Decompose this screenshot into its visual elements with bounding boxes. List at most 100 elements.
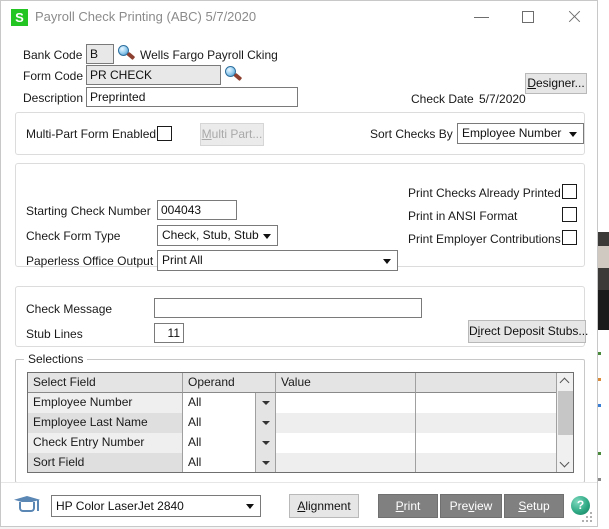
check-message-label: Check Message <box>26 302 113 316</box>
cell-operand-select[interactable]: All <box>183 453 276 472</box>
grid-header-row: Select Field Operand Value <box>28 373 573 393</box>
cell-select-field: Sort Field <box>28 453 183 472</box>
selections-group: Selections Select Field Operand Value Em… <box>15 352 585 483</box>
screen: S Payroll Check Printing (ABC) 5/7/2020 … <box>0 0 609 529</box>
print-already-printed-checkbox[interactable] <box>562 184 577 199</box>
options-panel: Starting Check Number 004043 Check Form … <box>15 163 585 271</box>
chevron-down-icon[interactable] <box>255 413 275 433</box>
column-header-operand: Operand <box>183 373 276 393</box>
starting-check-number-input[interactable]: 004043 <box>157 200 237 220</box>
print-ansi-checkbox[interactable] <box>562 207 577 222</box>
app-logo-icon: S <box>11 9 28 26</box>
paperless-output-label: Paperless Office Output <box>26 254 154 268</box>
alignment-button[interactable]: Alignment <box>289 494 359 518</box>
printer-select[interactable]: HP Color LaserJet 2840 <box>51 495 261 517</box>
cell-value2[interactable] <box>416 393 557 413</box>
scrollbar-thumb[interactable] <box>558 391 573 435</box>
alignment-label-rest: lignment <box>305 499 351 513</box>
scroll-up-icon[interactable] <box>557 373 573 390</box>
multi-part-button[interactable]: Multi Part... <box>200 123 264 146</box>
stub-lines-label: Stub Lines <box>26 327 83 341</box>
table-row[interactable]: Employee Last Name All <box>28 413 573 433</box>
stub-lines-input[interactable]: 11 <box>154 323 184 343</box>
window-title: Payroll Check Printing (ABC) 5/7/2020 <box>35 9 257 24</box>
cell-operand-value: All <box>188 435 202 449</box>
bottom-toolbar: HP Color LaserJet 2840 Alignment Print P… <box>1 482 597 526</box>
preview-button[interactable]: Preview <box>440 494 502 518</box>
cell-operand-value: All <box>188 395 202 409</box>
chevron-down-icon <box>383 259 391 264</box>
printer-value: HP Color LaserJet 2840 <box>56 499 184 513</box>
designer-button-label-rest: esigner... <box>535 76 585 90</box>
multipart-panel: Multi-Part Form Enabled Multi Part... So… <box>15 112 585 155</box>
check-form-type-value: Check, Stub, Stub <box>162 228 259 242</box>
sort-checks-by-label: Sort Checks By <box>370 127 453 141</box>
chevron-down-icon <box>263 234 271 239</box>
form-code-lookup-icon[interactable] <box>224 66 243 83</box>
check-form-type-select[interactable]: Check, Stub, Stub <box>157 225 278 246</box>
form-code-label: Form Code <box>23 69 84 83</box>
close-button[interactable] <box>551 1 597 33</box>
multi-part-button-label-rest: ulti Part... <box>211 127 263 141</box>
cell-value[interactable] <box>276 413 416 433</box>
graduation-cap-icon <box>14 494 40 516</box>
grid-vertical-scrollbar[interactable] <box>556 373 573 472</box>
cell-operand-select[interactable]: All <box>183 433 276 453</box>
cell-value[interactable] <box>276 433 416 453</box>
paperless-output-select[interactable]: Print All <box>157 250 398 271</box>
cell-operand-value: All <box>188 415 202 429</box>
setup-label-rest: etup <box>526 499 550 513</box>
chevron-down-icon <box>246 504 254 509</box>
cell-select-field: Employee Last Name <box>28 413 183 433</box>
chevron-down-icon[interactable] <box>255 393 275 413</box>
cell-value[interactable] <box>276 453 416 472</box>
message-panel: Check Message Stub Lines 11 Direct Depos… <box>15 286 589 347</box>
check-date-value: 5/7/2020 <box>479 92 526 106</box>
sort-checks-by-value: Employee Number <box>462 126 562 140</box>
print-button[interactable]: Print <box>378 494 438 518</box>
maximize-button[interactable] <box>505 1 551 33</box>
description-input[interactable]: Preprinted <box>86 87 298 107</box>
check-message-input[interactable] <box>154 298 422 318</box>
form-code-input[interactable]: PR CHECK <box>86 65 221 85</box>
table-row[interactable]: Employee Number All <box>28 393 573 413</box>
cell-operand-select[interactable]: All <box>183 413 276 433</box>
table-row[interactable]: Check Entry Number All <box>28 433 573 453</box>
selections-grid[interactable]: Select Field Operand Value Employee Numb… <box>27 372 574 473</box>
cell-operand-value: All <box>188 455 202 469</box>
print-employer-contributions-checkbox[interactable] <box>562 230 577 245</box>
chevron-down-icon[interactable] <box>255 453 275 472</box>
bank-code-lookup-icon[interactable] <box>117 45 136 62</box>
cell-select-field: Check Entry Number <box>28 433 183 453</box>
bank-code-input[interactable]: B <box>86 44 114 64</box>
print-ansi-label: Print in ANSI Format <box>408 209 518 223</box>
print-label-rest: rint <box>403 499 421 513</box>
window-body: Bank Code B Wells Fargo Payroll Cking Fo… <box>1 34 597 526</box>
column-header-value2 <box>416 373 557 393</box>
preview-label-b: iew <box>474 499 493 513</box>
titlebar: S Payroll Check Printing (ABC) 5/7/2020 <box>1 1 597 34</box>
ddstubs-label-b: rect Deposit Stubs... <box>480 324 589 338</box>
column-header-value: Value <box>276 373 416 393</box>
table-row[interactable]: Sort Field All <box>28 453 573 472</box>
sort-checks-by-select[interactable]: Employee Number <box>457 123 584 144</box>
minimize-button[interactable] <box>459 1 505 33</box>
starting-check-number-label: Starting Check Number <box>26 204 151 218</box>
resize-grip[interactable] <box>582 512 593 523</box>
payroll-check-printing-window: S Payroll Check Printing (ABC) 5/7/2020 … <box>0 0 598 527</box>
multipart-enabled-checkbox[interactable] <box>157 126 172 141</box>
chevron-down-icon[interactable] <box>255 433 275 453</box>
check-form-type-label: Check Form Type <box>26 229 121 243</box>
cell-value2[interactable] <box>416 453 557 472</box>
cell-value2[interactable] <box>416 433 557 453</box>
multipart-enabled-label: Multi-Part Form Enabled <box>26 127 157 141</box>
ddstubs-label-a: D <box>469 324 478 338</box>
cell-value2[interactable] <box>416 413 557 433</box>
cell-value[interactable] <box>276 393 416 413</box>
designer-button[interactable]: Designer... <box>525 73 587 94</box>
column-header-select-field: Select Field <box>28 373 183 393</box>
setup-button[interactable]: Setup <box>504 494 564 518</box>
scroll-down-icon[interactable] <box>557 455 573 472</box>
cell-operand-select[interactable]: All <box>183 393 276 413</box>
direct-deposit-stubs-button[interactable]: Direct Deposit Stubs... <box>468 320 589 343</box>
